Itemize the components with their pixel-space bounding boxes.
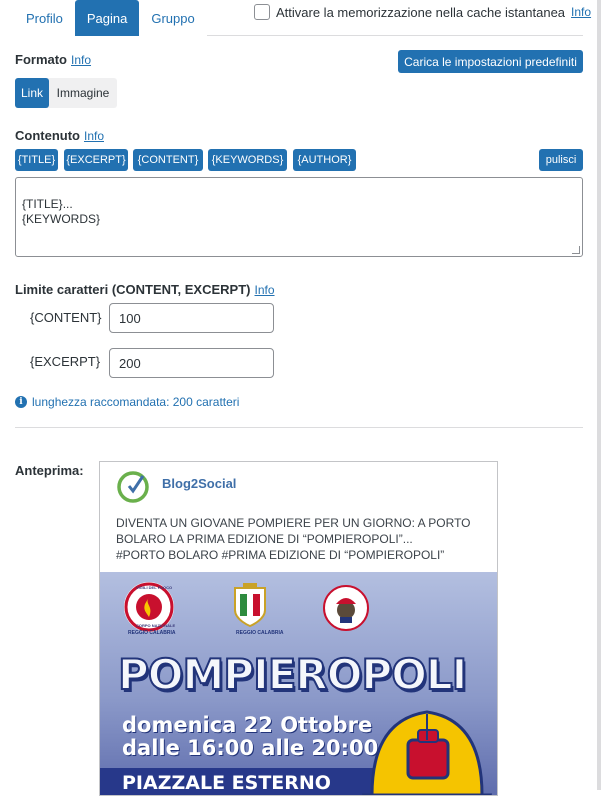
tab-bar: Profilo Pagina Gruppo — [14, 0, 207, 36]
preview-image: VIGILI DEL FUOCO CORPO NAZIONALE REGGIO … — [100, 572, 497, 795]
preview-header: Blog2Social — [116, 470, 236, 504]
formato-heading: Formato Info — [15, 52, 91, 67]
poster-title: POMPIEROPOLI — [117, 649, 468, 700]
content-limit-label: {CONTENT} — [30, 310, 102, 325]
preview-text-line: #PORTO BOLARO #PRIMA EDIZIONE DI “POMPIE… — [116, 548, 445, 562]
preview-label: Anteprima: — [15, 463, 84, 478]
tag-keywords-button[interactable]: {KEYWORDS} — [208, 149, 287, 171]
badge1-sub-text: REGGIO CALABRIA — [128, 630, 176, 636]
badge1-bottom-text: CORPO NAZIONALE — [136, 623, 176, 628]
poster-date: domenica 22 Ottobre dalle 16:00 alle 20:… — [122, 714, 378, 760]
content-limit-input[interactable]: 100 — [109, 303, 274, 333]
poster-date-line1: domenica 22 Ottobre — [122, 713, 373, 737]
format-link-option[interactable]: Link — [15, 78, 49, 108]
preview-text: DIVENTA UN GIOVANE POMPIERE PER UN GIORN… — [116, 515, 486, 563]
section-divider — [15, 427, 583, 428]
tag-excerpt-button[interactable]: {EXCERPT} — [64, 149, 128, 171]
tab-gruppo[interactable]: Gruppo — [139, 0, 206, 36]
blog2social-logo-icon — [117, 471, 149, 503]
info-circle-icon: i — [15, 396, 27, 408]
resize-handle[interactable] — [572, 246, 580, 254]
preview-text-line: BOLARO LA PRIMA EDIZIONE DI “POMPIEROPOL… — [116, 532, 413, 546]
contenuto-info-link[interactable]: Info — [84, 129, 104, 143]
tag-content-button[interactable]: {CONTENT} — [133, 149, 203, 171]
cache-info-link[interactable]: Info — [571, 5, 591, 19]
mascot-badge-icon — [323, 585, 369, 631]
preview-text-line: DIVENTA UN GIOVANE POMPIERE PER UN GIORN… — [116, 516, 471, 530]
format-toggle: Link Immagine — [15, 78, 117, 108]
tab-divider — [207, 35, 583, 36]
clear-button[interactable]: pulisci — [539, 149, 583, 171]
tag-author-button[interactable]: {AUTHOR} — [293, 149, 356, 171]
content-textarea[interactable]: {TITLE}... {KEYWORDS} — [15, 177, 583, 257]
poster-date-line2: dalle 16:00 alle 20:00 — [122, 736, 379, 760]
excerpt-limit-input[interactable]: 200 — [109, 348, 274, 378]
contenuto-heading: Contenuto Info — [15, 128, 104, 143]
length-hint: i lunghezza raccomandata: 200 caratteri — [15, 395, 239, 409]
contenuto-label: Contenuto — [15, 128, 80, 143]
formato-label: Formato — [15, 52, 67, 67]
window-edge — [597, 0, 601, 790]
formato-info-link[interactable]: Info — [71, 53, 91, 67]
cache-label[interactable]: Attivare la memorizzazione nella cache i… — [276, 5, 565, 20]
fire-brigade-badge: VIGILI DEL FUOCO CORPO NAZIONALE — [124, 582, 176, 632]
preview-brand: Blog2Social — [162, 476, 237, 491]
excerpt-limit-label: {EXCERPT} — [30, 354, 101, 369]
limite-label: Limite caratteri (CONTENT, EXCERPT) — [15, 282, 251, 297]
poster-location: PIAZZALE ESTERNO — [122, 772, 331, 794]
limite-info-link[interactable]: Info — [255, 283, 275, 297]
limite-heading: Limite caratteri (CONTENT, EXCERPT) Info — [15, 282, 275, 297]
tab-pagina[interactable]: Pagina — [74, 0, 140, 36]
length-hint-text: lunghezza raccomandata: 200 caratteri — [32, 395, 240, 409]
content-textarea-value: {TITLE}... {KEYWORDS} — [22, 197, 101, 226]
firefighter-helmet-icon — [362, 710, 492, 795]
preview-card: Blog2Social DIVENTA UN GIOVANE POMPIERE … — [99, 461, 498, 796]
tag-title-button[interactable]: {TITLE} — [15, 149, 58, 171]
tab-profilo[interactable]: Profilo — [14, 0, 75, 36]
region-crest-icon — [234, 583, 266, 628]
badge2-sub-text: REGGIO CALABRIA — [236, 630, 284, 636]
cache-option: Attivare la memorizzazione nella cache i… — [254, 4, 591, 20]
format-image-option[interactable]: Immagine — [49, 78, 117, 108]
cache-checkbox[interactable] — [254, 4, 270, 20]
load-defaults-button[interactable]: Carica le impostazioni predefiniti — [398, 50, 583, 73]
badge1-top-text: VIGILI DEL FUOCO — [136, 585, 173, 590]
